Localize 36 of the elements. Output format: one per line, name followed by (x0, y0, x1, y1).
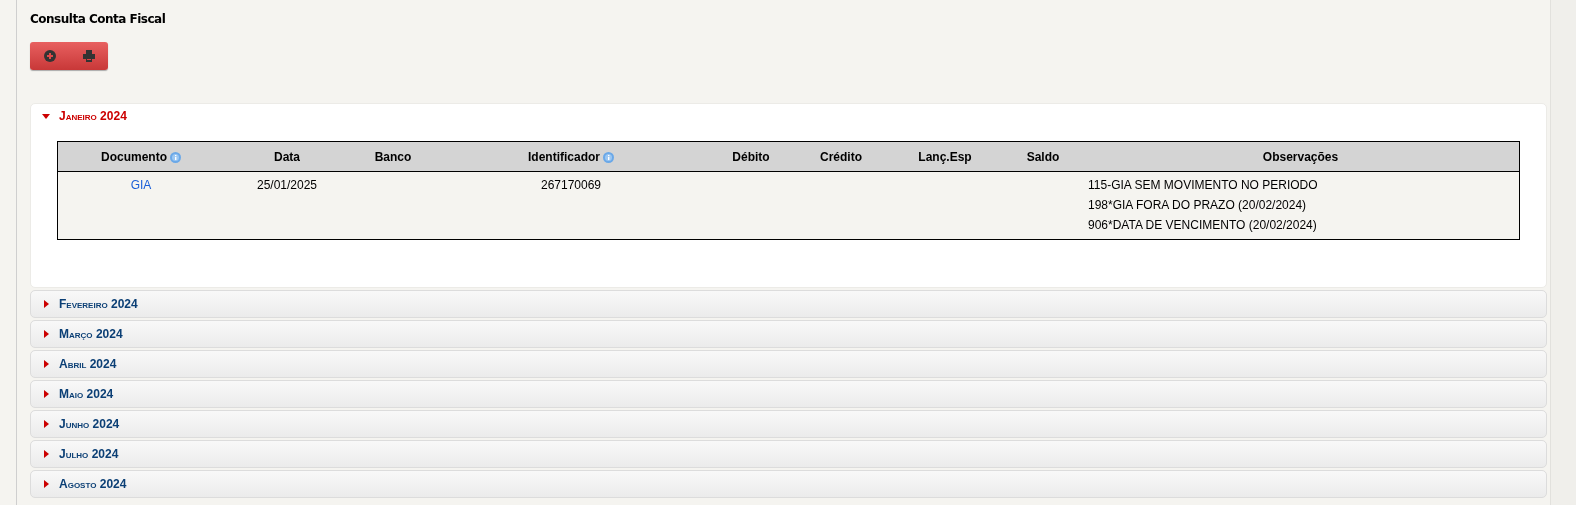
section-header[interactable]: Abril 2024 (30, 350, 1547, 378)
observation-text: 906*DATA DE VENCIMENTO (20/02/2024) (1088, 217, 1318, 234)
document-link[interactable]: GIA (130, 178, 152, 192)
column-header: Banco (350, 141, 436, 172)
help-icon (170, 151, 181, 163)
table-cell: 25/01/2025 (256, 178, 318, 192)
section-header[interactable]: Março 2024 (30, 320, 1547, 348)
column-header: Data (224, 141, 350, 172)
caret-right-icon (42, 480, 50, 488)
section-header[interactable]: Julho 2024 (30, 440, 1547, 468)
page-title: Consulta Conta Fiscal (30, 12, 166, 26)
column-header: Observações (1082, 141, 1520, 172)
column-header: Saldo (1004, 141, 1082, 172)
section-header[interactable]: Maio 2024 (30, 380, 1547, 408)
caret-right-icon (42, 390, 50, 398)
section-header[interactable]: Janeiro 2024 (31, 104, 1546, 128)
caret-right-icon (42, 420, 50, 428)
table-cell: 267170069 (540, 178, 602, 192)
column-header: Débito (706, 141, 796, 172)
section-header[interactable]: Agosto 2024 (30, 470, 1547, 498)
column-header: Lanç.Esp (886, 141, 1004, 172)
column-header: Documento (57, 141, 224, 172)
column-header: Identificador (436, 141, 706, 172)
caret-right-icon (42, 360, 50, 368)
observation-text: 115-GIA SEM MOVIMENTO NO PERIODO (1088, 177, 1319, 194)
plus-circle-icon (43, 50, 56, 62)
column-header: Crédito (796, 141, 886, 172)
section-header[interactable]: Fevereiro 2024 (30, 290, 1547, 318)
help-icon (603, 151, 614, 163)
caret-down-icon (42, 112, 50, 120)
section-header[interactable]: Junho 2024 (30, 410, 1547, 438)
caret-right-icon (42, 300, 50, 308)
caret-right-icon (42, 330, 50, 338)
observation-text: 198*GIA FORA DO PRAZO (20/02/2024) (1088, 197, 1308, 214)
printer-icon (82, 50, 95, 62)
caret-right-icon (42, 450, 50, 458)
